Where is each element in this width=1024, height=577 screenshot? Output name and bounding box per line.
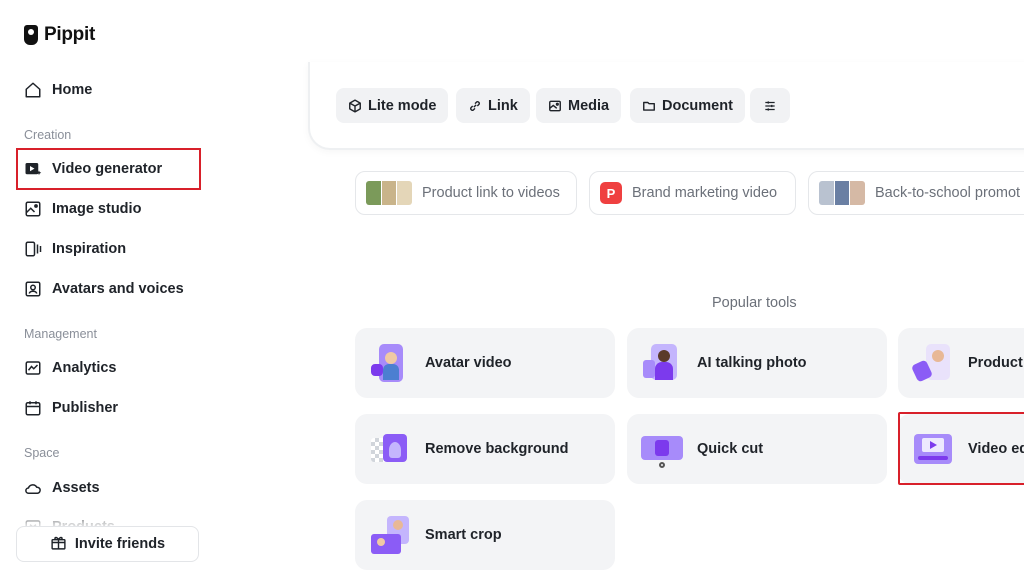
chip-label: Media [568, 97, 610, 114]
sidebar-item-avatars-and-voices[interactable]: Avatars and voices [24, 278, 184, 300]
tool-label: Avatar video [425, 355, 512, 371]
section-label-management: Management [24, 327, 97, 341]
talking-photo-icon [641, 342, 681, 384]
gift-icon [50, 534, 67, 555]
inspiration-icon [24, 240, 42, 258]
sidebar-item-label: Avatars and voices [52, 281, 184, 297]
section-label-creation: Creation [24, 128, 72, 142]
cloud-icon [24, 479, 42, 497]
analytics-icon [24, 359, 42, 377]
sidebar-item-label: Analytics [52, 360, 117, 376]
app-name: Pippit [44, 24, 95, 45]
video-editor-highlight [898, 412, 1024, 485]
pippit-logo-icon [24, 25, 38, 45]
image-studio-icon [24, 200, 42, 218]
remove-background-icon [369, 428, 409, 470]
video-generator-highlight [16, 148, 201, 190]
sidebar-item-home[interactable]: Home [24, 79, 92, 101]
app-logo[interactable]: Pippit [24, 24, 95, 46]
avatar-video-icon [369, 342, 409, 384]
tool-avatar-video[interactable]: Avatar video [355, 328, 615, 398]
smart-crop-icon [369, 514, 409, 556]
tool-label: Smart crop [425, 527, 502, 543]
popular-tools-title: Popular tools [712, 295, 797, 311]
chip-label: Link [488, 97, 518, 114]
folder-icon [643, 101, 655, 111]
sidebar-item-image-studio[interactable]: Image studio [24, 198, 141, 220]
sidebar-item-inspiration[interactable]: Inspiration [24, 238, 126, 260]
cube-icon [349, 98, 361, 113]
sidebar-item-assets[interactable]: Assets [24, 477, 100, 499]
sidebar-item-publisher[interactable]: Publisher [24, 397, 118, 419]
sidebar-item-label: Image studio [52, 201, 142, 217]
brand-badge-icon: P [600, 182, 622, 204]
section-label-space: Space [24, 446, 60, 460]
sidebar-item-analytics[interactable]: Analytics [24, 357, 116, 379]
tool-ai-talking-photo[interactable]: AI talking photo [627, 328, 887, 398]
quick-cut-icon [641, 428, 683, 470]
suggestion-product-link[interactable]: Product link to videos [355, 171, 577, 215]
suggestion-back-to-school[interactable]: Back-to-school promot [808, 171, 1024, 215]
home-icon [24, 81, 42, 99]
media-chip[interactable]: Media [536, 88, 622, 123]
product-tool-icon [910, 342, 952, 384]
tool-label: Product [968, 355, 1023, 371]
sidebar-item-label: Assets [52, 480, 100, 496]
avatar-icon [24, 280, 42, 298]
calendar-icon [24, 399, 42, 417]
tool-smart-crop[interactable]: Smart crop [355, 500, 615, 570]
sidebar: Pippit Home Creation Video generator Ima… [0, 0, 215, 577]
chip-label: Lite mode [368, 97, 437, 114]
sidebar-item-label: Publisher [52, 400, 119, 416]
sliders-icon [765, 100, 775, 111]
chip-label: Document [662, 97, 733, 114]
school-thumbnail [819, 181, 865, 205]
sidebar-item-label: Home [52, 82, 93, 98]
invite-friends-label: Invite friends [74, 536, 166, 552]
tool-quick-cut[interactable]: Quick cut [627, 414, 887, 484]
lite-mode-chip[interactable]: Lite mode [336, 88, 449, 123]
link-icon [470, 100, 480, 111]
tool-label: AI talking photo [697, 355, 807, 371]
invite-friends-button[interactable]: Invite friends [16, 526, 199, 562]
suggestion-label: Back-to-school promot [875, 185, 1021, 201]
link-chip[interactable]: Link [456, 88, 530, 123]
product-thumbnail [366, 181, 412, 205]
tool-label: Quick cut [697, 441, 764, 457]
sidebar-item-label: Inspiration [52, 241, 127, 257]
settings-chip[interactable] [750, 88, 790, 123]
suggestion-label: Brand marketing video [632, 185, 778, 201]
suggestion-label: Product link to videos [422, 185, 560, 201]
tool-remove-background[interactable]: Remove background [355, 414, 615, 484]
suggestion-brand-marketing[interactable]: P Brand marketing video [589, 171, 796, 215]
tool-product[interactable]: Product [898, 328, 1024, 398]
tool-label: Remove background [425, 441, 569, 457]
image-icon [549, 100, 561, 111]
document-chip[interactable]: Document [630, 88, 745, 123]
